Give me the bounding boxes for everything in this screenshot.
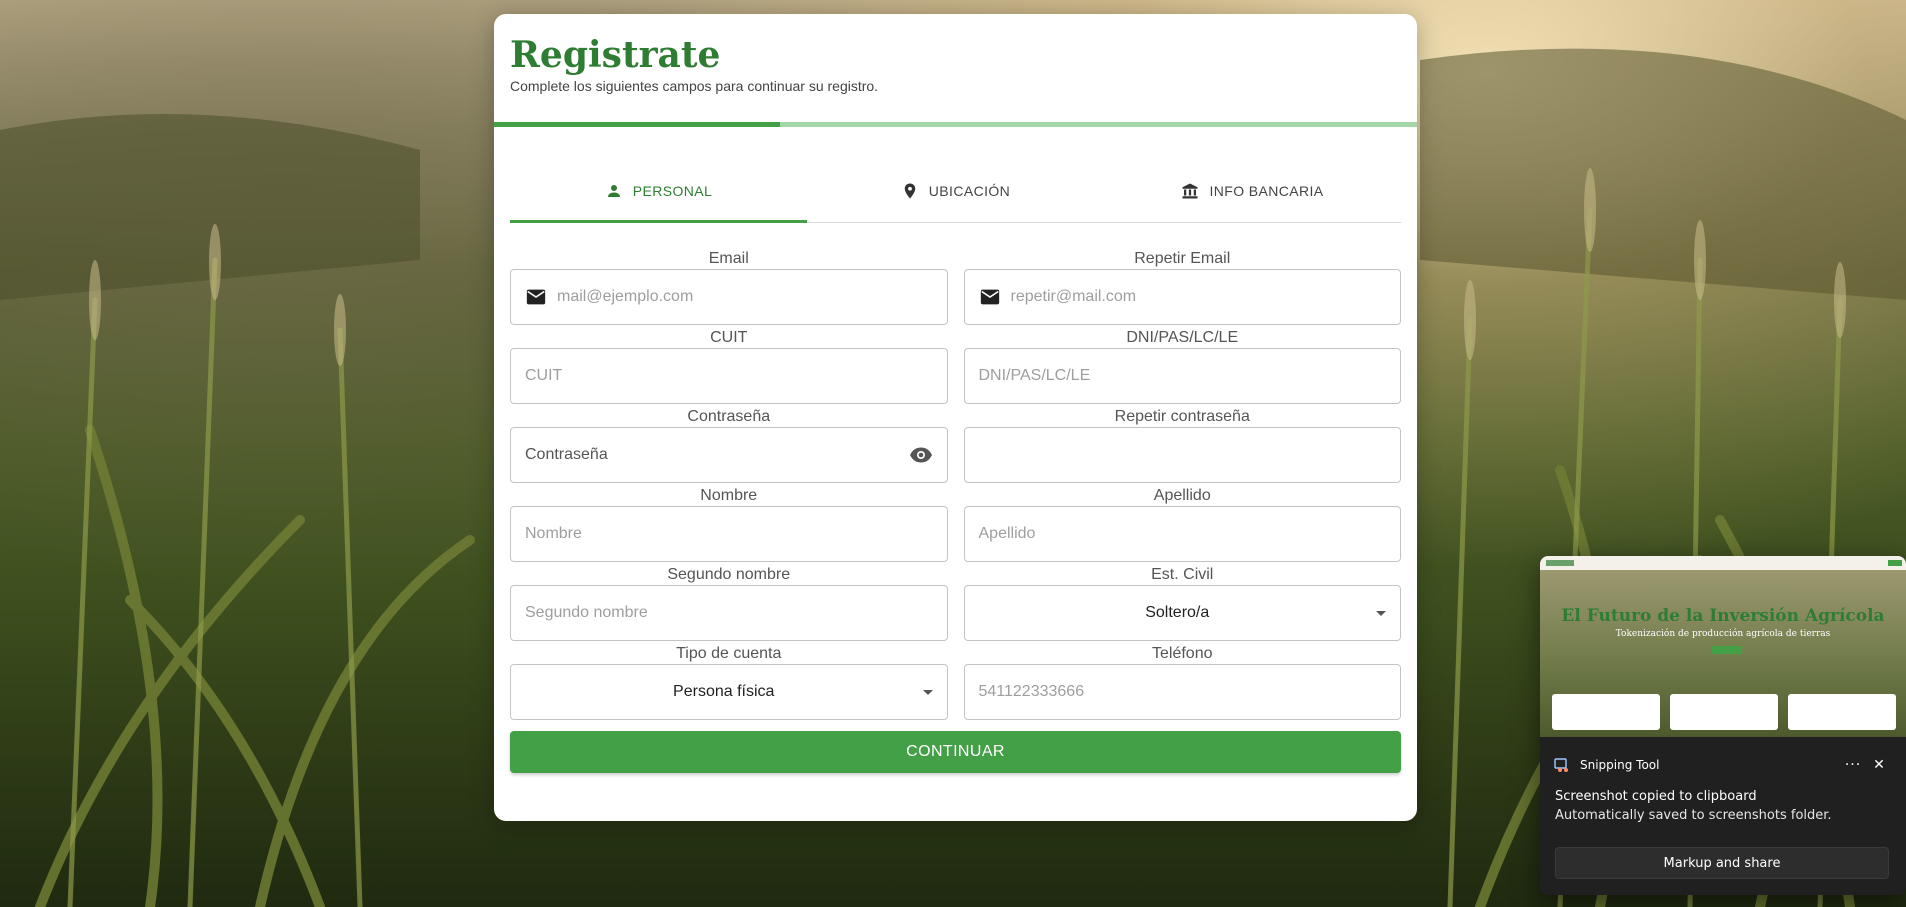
- markup-and-share-button[interactable]: Markup and share: [1555, 847, 1889, 879]
- password-field[interactable]: Contraseña: [510, 427, 948, 483]
- account-type-label: Tipo de cuenta: [676, 645, 782, 662]
- tab-label: UBICACIÓN: [928, 183, 1011, 199]
- repeat-email-label: Repetir Email: [1134, 250, 1231, 267]
- tab-personal[interactable]: PERSONAL: [510, 160, 807, 223]
- email-placeholder: mail@ejemplo.com: [557, 288, 694, 305]
- dni-label: DNI/PAS/LC/LE: [1126, 329, 1239, 346]
- preview-subtitle: Tokenización de producción agrícola de t…: [1615, 629, 1831, 639]
- last-name-field[interactable]: Apellido: [963, 506, 1401, 562]
- tab-info-bancaria[interactable]: INFO BANCARIA: [1104, 160, 1401, 222]
- cuit-field[interactable]: CUIT: [510, 348, 948, 404]
- cuit-placeholder: CUIT: [525, 367, 563, 384]
- preview-logo: [1546, 560, 1574, 566]
- preview-card: [1788, 694, 1896, 730]
- bank-icon: [1182, 183, 1198, 199]
- card-header: Registrate Complete los siguientes campo…: [494, 14, 1417, 126]
- account-type-value: Persona física: [673, 683, 775, 700]
- eye-icon[interactable]: [909, 443, 933, 467]
- password-label: Contraseña: [687, 408, 771, 425]
- step-progress-bar: [494, 122, 1417, 127]
- step-tabs: PERSONAL UBICACIÓN INFO BANCARIA: [510, 160, 1401, 223]
- toast-header: Snipping Tool ··· ✕: [1554, 753, 1892, 777]
- phone-label: Teléfono: [1152, 645, 1213, 662]
- snipping-tool-icon: [1554, 758, 1568, 772]
- page-title: Registrate: [510, 34, 721, 76]
- toast-message: Screenshot copied to clipboard: [1555, 789, 1757, 804]
- personal-form: Email mail@ejemplo.com Repetir Email rep…: [510, 248, 1401, 722]
- mail-icon: [526, 289, 546, 305]
- preview-nav: [1888, 560, 1902, 566]
- chevron-down-icon: [922, 689, 933, 695]
- page-subtitle: Complete los siguientes campos para cont…: [510, 78, 879, 94]
- middle-name-placeholder: Segundo nombre: [525, 604, 648, 621]
- location-pin-icon: [904, 183, 916, 199]
- tab-label: INFO BANCARIA: [1209, 183, 1324, 199]
- mail-icon: [980, 289, 999, 305]
- repeat-email-field[interactable]: repetir@mail.com: [963, 269, 1401, 325]
- dni-placeholder: DNI/PAS/LC/LE: [978, 367, 1091, 384]
- phone-placeholder: 541122333666: [978, 683, 1085, 700]
- step-progress-fill: [494, 122, 781, 127]
- cuit-label: CUIT: [710, 329, 748, 346]
- app-name: Snipping Tool: [1580, 758, 1660, 772]
- last-name-placeholder: Apellido: [978, 525, 1036, 542]
- chevron-down-icon: [1376, 610, 1386, 616]
- last-name-label: Apellido: [1153, 487, 1211, 504]
- close-icon[interactable]: ✕: [1866, 757, 1892, 773]
- civil-status-value: Soltero/a: [1145, 604, 1210, 621]
- snipping-tool-notification[interactable]: El Futuro de la Inversión Agrícola Token…: [1540, 556, 1906, 895]
- preview-button: [1712, 646, 1742, 654]
- repeat-password-label: Repetir contraseña: [1114, 408, 1250, 425]
- repeat-password-field[interactable]: [963, 427, 1401, 483]
- tab-label: PERSONAL: [632, 183, 713, 199]
- continue-button[interactable]: CONTINUAR: [510, 731, 1401, 773]
- first-name-label: Nombre: [700, 487, 758, 504]
- register-card: Registrate Complete los siguientes campo…: [494, 14, 1417, 821]
- password-value: Contraseña: [525, 446, 608, 463]
- phone-field[interactable]: 541122333666: [963, 664, 1401, 720]
- first-name-placeholder: Nombre: [525, 525, 582, 542]
- email-field[interactable]: mail@ejemplo.com: [510, 269, 948, 325]
- account-type-select[interactable]: Persona física: [510, 664, 948, 720]
- first-name-field[interactable]: Nombre: [510, 506, 948, 562]
- toast-detail: Automatically saved to screenshots folde…: [1555, 808, 1832, 823]
- email-label: Email: [708, 250, 749, 267]
- repeat-email-placeholder: repetir@mail.com: [1010, 288, 1137, 305]
- civil-status-label: Est. Civil: [1151, 566, 1214, 583]
- middle-name-label: Segundo nombre: [667, 566, 791, 583]
- dni-field[interactable]: DNI/PAS/LC/LE: [963, 348, 1401, 404]
- preview-card: [1552, 694, 1660, 730]
- tab-ubicacion[interactable]: UBICACIÓN: [807, 160, 1104, 222]
- preview-card: [1670, 694, 1778, 730]
- middle-name-field[interactable]: Segundo nombre: [510, 585, 948, 641]
- person-icon: [607, 185, 620, 197]
- screenshot-preview[interactable]: El Futuro de la Inversión Agrícola Token…: [1540, 556, 1906, 737]
- more-options-icon[interactable]: ···: [1840, 757, 1866, 773]
- preview-title: El Futuro de la Inversión Agrícola: [1561, 606, 1885, 626]
- civil-status-select[interactable]: Soltero/a: [963, 585, 1401, 641]
